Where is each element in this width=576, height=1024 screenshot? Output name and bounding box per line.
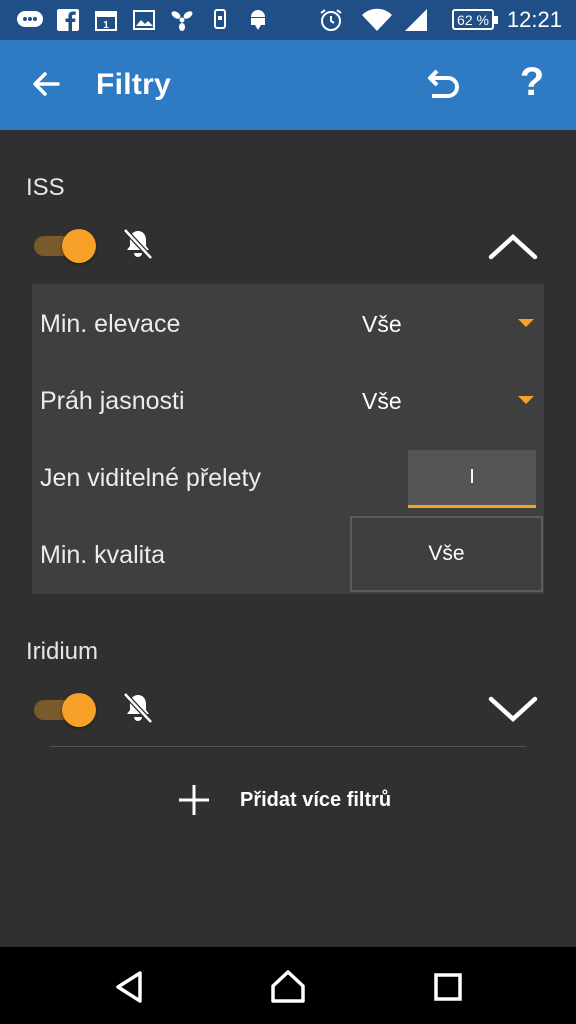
visible-passes-only-label: Jen viditelné přelety <box>40 464 261 492</box>
nav-back-icon[interactable] <box>110 967 150 1007</box>
gallery-icon <box>132 8 156 32</box>
notifications-off-icon[interactable] <box>120 690 156 726</box>
iss-filter-panel: Min. elevace Vše Práh jasnosti Vše Jen v… <box>32 284 544 594</box>
nav-recents-icon[interactable] <box>428 967 468 1007</box>
iss-enable-toggle[interactable] <box>34 228 96 263</box>
help-button[interactable]: ? <box>512 60 552 105</box>
alarm-icon <box>318 8 344 32</box>
brightness-threshold-dropdown[interactable]: Vše <box>362 388 402 415</box>
plus-icon <box>176 782 212 818</box>
back-arrow-icon[interactable] <box>26 64 66 104</box>
add-more-filters-label: Přidat více filtrů <box>240 788 392 811</box>
iridium-enable-toggle[interactable] <box>34 692 96 727</box>
system-nav-bar <box>0 947 576 1024</box>
messaging-icon <box>16 8 44 32</box>
fan-icon <box>170 8 194 32</box>
brightness-threshold-label: Práh jasnosti <box>40 387 185 415</box>
signal-icon <box>402 8 430 32</box>
dropdown-arrow-icon[interactable] <box>518 396 534 404</box>
wifi-icon <box>360 8 394 32</box>
battery-indicator: 62 % <box>452 9 498 30</box>
section-title-iss: ISS <box>26 174 65 201</box>
min-quality-label: Min. kvalita <box>40 541 166 569</box>
phone-sync-icon <box>210 8 230 32</box>
min-elevation-label: Min. elevace <box>40 310 181 338</box>
calendar-icon: 1 <box>94 8 118 32</box>
status-bar: 1 62 % 12:21 <box>0 0 576 40</box>
min-quality-selector[interactable]: Vše <box>350 516 543 592</box>
undo-icon[interactable] <box>420 64 464 108</box>
visible-passes-only-toggle[interactable]: I <box>408 450 536 508</box>
facebook-icon <box>56 8 80 32</box>
notifications-off-icon[interactable] <box>120 226 156 262</box>
min-elevation-dropdown[interactable]: Vše <box>362 311 402 338</box>
android-download-icon <box>246 8 270 32</box>
add-more-filters-button[interactable]: Přidat více filtrů <box>176 780 391 820</box>
page-title: Filtry <box>96 68 172 101</box>
expand-chevron-down-icon[interactable] <box>486 694 540 724</box>
nav-home-icon[interactable] <box>268 967 308 1007</box>
clock: 12:21 <box>506 7 562 32</box>
app-bar: Filtry ? <box>0 40 576 130</box>
section-title-iridium: Iridium <box>26 638 99 665</box>
dropdown-arrow-icon[interactable] <box>518 319 534 327</box>
svg-text:1: 1 <box>103 20 109 31</box>
divider <box>50 746 526 747</box>
collapse-chevron-up-icon[interactable] <box>486 232 540 262</box>
